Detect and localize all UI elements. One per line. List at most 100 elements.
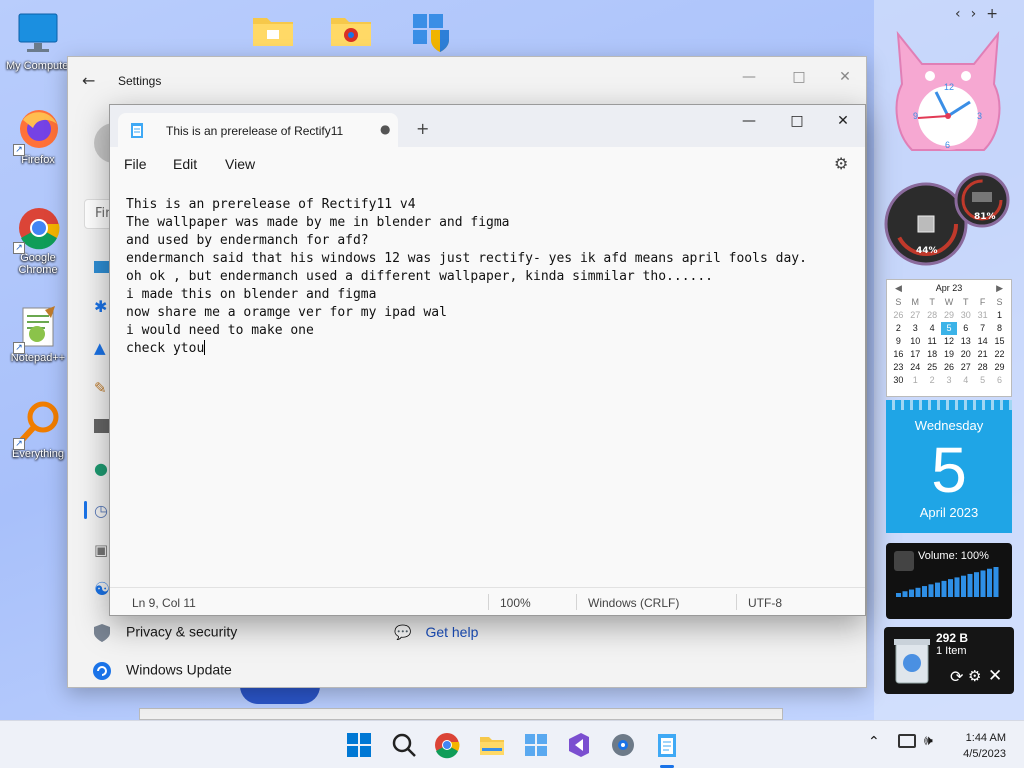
calendar-day[interactable]: 27 bbox=[957, 361, 974, 374]
calendar-day[interactable]: 29 bbox=[991, 361, 1008, 374]
calendar-day[interactable]: 20 bbox=[957, 348, 974, 361]
chrome-icon[interactable] bbox=[433, 731, 461, 759]
folder-icon[interactable] bbox=[251, 12, 295, 48]
menu-file[interactable]: File bbox=[124, 156, 147, 172]
calendar-day[interactable]: 30 bbox=[890, 374, 907, 387]
calendar-day[interactable]: 31 bbox=[974, 309, 991, 322]
calendar-day[interactable]: 5 bbox=[974, 374, 991, 387]
menu-edit[interactable]: Edit bbox=[173, 156, 197, 172]
calendar-day[interactable]: 3 bbox=[941, 374, 958, 387]
calendar-day[interactable]: 29 bbox=[941, 309, 958, 322]
desktop-icon-notepadpp[interactable]: ↗ Notepad++ bbox=[6, 304, 70, 364]
calendar-day[interactable]: 30 bbox=[957, 309, 974, 322]
recycle-bin-icon[interactable] bbox=[892, 635, 932, 689]
calendar-day[interactable]: 19 bbox=[941, 348, 958, 361]
network-icon[interactable] bbox=[898, 734, 916, 748]
sidebar-item-privacy[interactable]: Privacy & security bbox=[92, 623, 237, 643]
chevron-up-icon[interactable]: ⌃ bbox=[868, 734, 880, 750]
calendar-day[interactable]: 8 bbox=[991, 322, 1008, 335]
close-button[interactable]: ✕ bbox=[830, 67, 860, 87]
recycle-bin-widget[interactable]: 292 B 1 Item ⟳ ⚙ ✕ bbox=[884, 627, 1014, 694]
chevron-right-icon[interactable]: ▶ bbox=[996, 280, 1003, 296]
settings-icon[interactable] bbox=[609, 731, 637, 759]
sidebar-item-windows-update[interactable]: Windows Update bbox=[92, 661, 232, 681]
calendar-day[interactable]: 4 bbox=[924, 322, 941, 335]
calendar-widget[interactable]: ◀ Apr 23 ▶ SMTWTFS 26 27 28 29 30 31 1 2345678… bbox=[886, 279, 1012, 397]
volume-widget[interactable]: Volume: 100% bbox=[886, 543, 1012, 619]
calendar-day[interactable]: 15 bbox=[991, 335, 1008, 348]
notepad-window[interactable]: This is an prerelease of Rectify11 ● + —… bbox=[109, 104, 866, 616]
calendar-day[interactable]: 24 bbox=[907, 361, 924, 374]
calendar-day[interactable]: 25 bbox=[924, 361, 941, 374]
text-editor[interactable]: This is an prerelease of Rectify11 v4 The… bbox=[126, 196, 846, 358]
line-ending[interactable]: Windows (CRLF) bbox=[588, 596, 679, 610]
calendar-day[interactable]: 2 bbox=[924, 374, 941, 387]
calendar-day[interactable]: 2 bbox=[890, 322, 907, 335]
desktop-icon-firefox[interactable]: ↗ Firefox bbox=[6, 106, 70, 166]
title-bar[interactable]: This is an prerelease of Rectify11 ● + —… bbox=[110, 105, 865, 147]
calendar-day[interactable]: 28 bbox=[924, 309, 941, 322]
volume-level-bars[interactable] bbox=[896, 565, 1002, 599]
background-window[interactable] bbox=[139, 708, 783, 720]
calendar-day[interactable]: 17 bbox=[907, 348, 924, 361]
calendar-day[interactable]: 6 bbox=[957, 322, 974, 335]
calendar-day[interactable]: 12 bbox=[941, 335, 958, 348]
maximize-button[interactable]: □ bbox=[784, 67, 814, 87]
get-help-link[interactable]: 💬 Get help bbox=[394, 624, 478, 641]
desktop-icon-chrome[interactable]: ↗ Google Chrome bbox=[6, 204, 70, 276]
gear-icon[interactable]: ⚙ bbox=[834, 154, 848, 173]
calendar-day[interactable]: 21 bbox=[974, 348, 991, 361]
windows-icon[interactable] bbox=[522, 731, 550, 759]
menu-view[interactable]: View bbox=[225, 156, 255, 172]
notepad-icon[interactable] bbox=[653, 731, 681, 759]
calendar-day[interactable]: 1 bbox=[907, 374, 924, 387]
calendar-day[interactable]: 10 bbox=[907, 335, 924, 348]
minimize-button[interactable]: — bbox=[734, 111, 764, 131]
system-gauges-widget[interactable]: 44% 81% bbox=[884, 172, 1012, 266]
minimize-button[interactable]: — bbox=[734, 67, 764, 87]
maximize-button[interactable]: □ bbox=[782, 111, 812, 131]
calendar-day[interactable]: 7 bbox=[974, 322, 991, 335]
gear-icon[interactable]: ⚙ bbox=[968, 667, 981, 685]
start-button[interactable] bbox=[345, 731, 373, 759]
clock-widget[interactable]: 12 3 6 9 bbox=[890, 30, 1006, 162]
chevron-left-icon[interactable]: ◀ bbox=[895, 280, 902, 296]
speaker-icon[interactable]: 🕪 bbox=[924, 733, 933, 749]
calendar-day[interactable]: 14 bbox=[974, 335, 991, 348]
calendar-day[interactable]: 23 bbox=[890, 361, 907, 374]
desktop-icon-everything[interactable]: ↗ Everything bbox=[6, 400, 70, 460]
calendar-day[interactable]: 1 bbox=[991, 309, 1008, 322]
close-button[interactable]: ✕ bbox=[828, 111, 858, 131]
calendar-day[interactable]: 28 bbox=[974, 361, 991, 374]
close-icon[interactable]: ✕ bbox=[988, 666, 1002, 686]
back-arrow-icon[interactable]: ← bbox=[82, 71, 95, 90]
add-widget-icon[interactable]: + bbox=[986, 6, 1008, 22]
calendar-day[interactable]: 13 bbox=[957, 335, 974, 348]
calendar-day[interactable]: 22 bbox=[991, 348, 1008, 361]
chevron-right-icon[interactable]: › bbox=[971, 6, 987, 22]
chevron-left-icon[interactable]: ‹ bbox=[955, 6, 971, 22]
desktop-icon-my-computer[interactable]: My Computer bbox=[6, 12, 72, 72]
calendar-day[interactable]: 6 bbox=[991, 374, 1008, 387]
calendar-day-today[interactable]: 5 bbox=[940, 322, 958, 335]
calendar-day[interactable]: 26 bbox=[890, 309, 907, 322]
refresh-icon[interactable]: ⟳ bbox=[950, 667, 963, 686]
calendar-day[interactable]: 18 bbox=[924, 348, 941, 361]
visual-studio-icon[interactable] bbox=[565, 731, 593, 759]
date-widget[interactable]: Wednesday 5 April 2023 bbox=[886, 400, 1012, 533]
zoom-level[interactable]: 100% bbox=[500, 596, 531, 610]
new-tab-button[interactable]: + bbox=[416, 119, 429, 138]
calendar-day[interactable]: 3 bbox=[907, 322, 924, 335]
calendar-day[interactable]: 4 bbox=[957, 374, 974, 387]
calendar-day[interactable]: 27 bbox=[907, 309, 924, 322]
windows-shield-icon[interactable] bbox=[409, 12, 453, 52]
search-icon[interactable] bbox=[390, 731, 418, 759]
calendar-day[interactable]: 11 bbox=[924, 335, 941, 348]
calendar-day[interactable]: 26 bbox=[941, 361, 958, 374]
system-clock[interactable]: 1:44 AM 4/5/2023 bbox=[963, 730, 1006, 762]
calendar-day[interactable]: 16 bbox=[890, 348, 907, 361]
tab-document[interactable]: This is an prerelease of Rectify11 ● bbox=[118, 113, 398, 147]
chrome-folder-icon[interactable] bbox=[329, 12, 373, 48]
calendar-day[interactable]: 9 bbox=[890, 335, 907, 348]
file-explorer-icon[interactable] bbox=[478, 731, 506, 759]
